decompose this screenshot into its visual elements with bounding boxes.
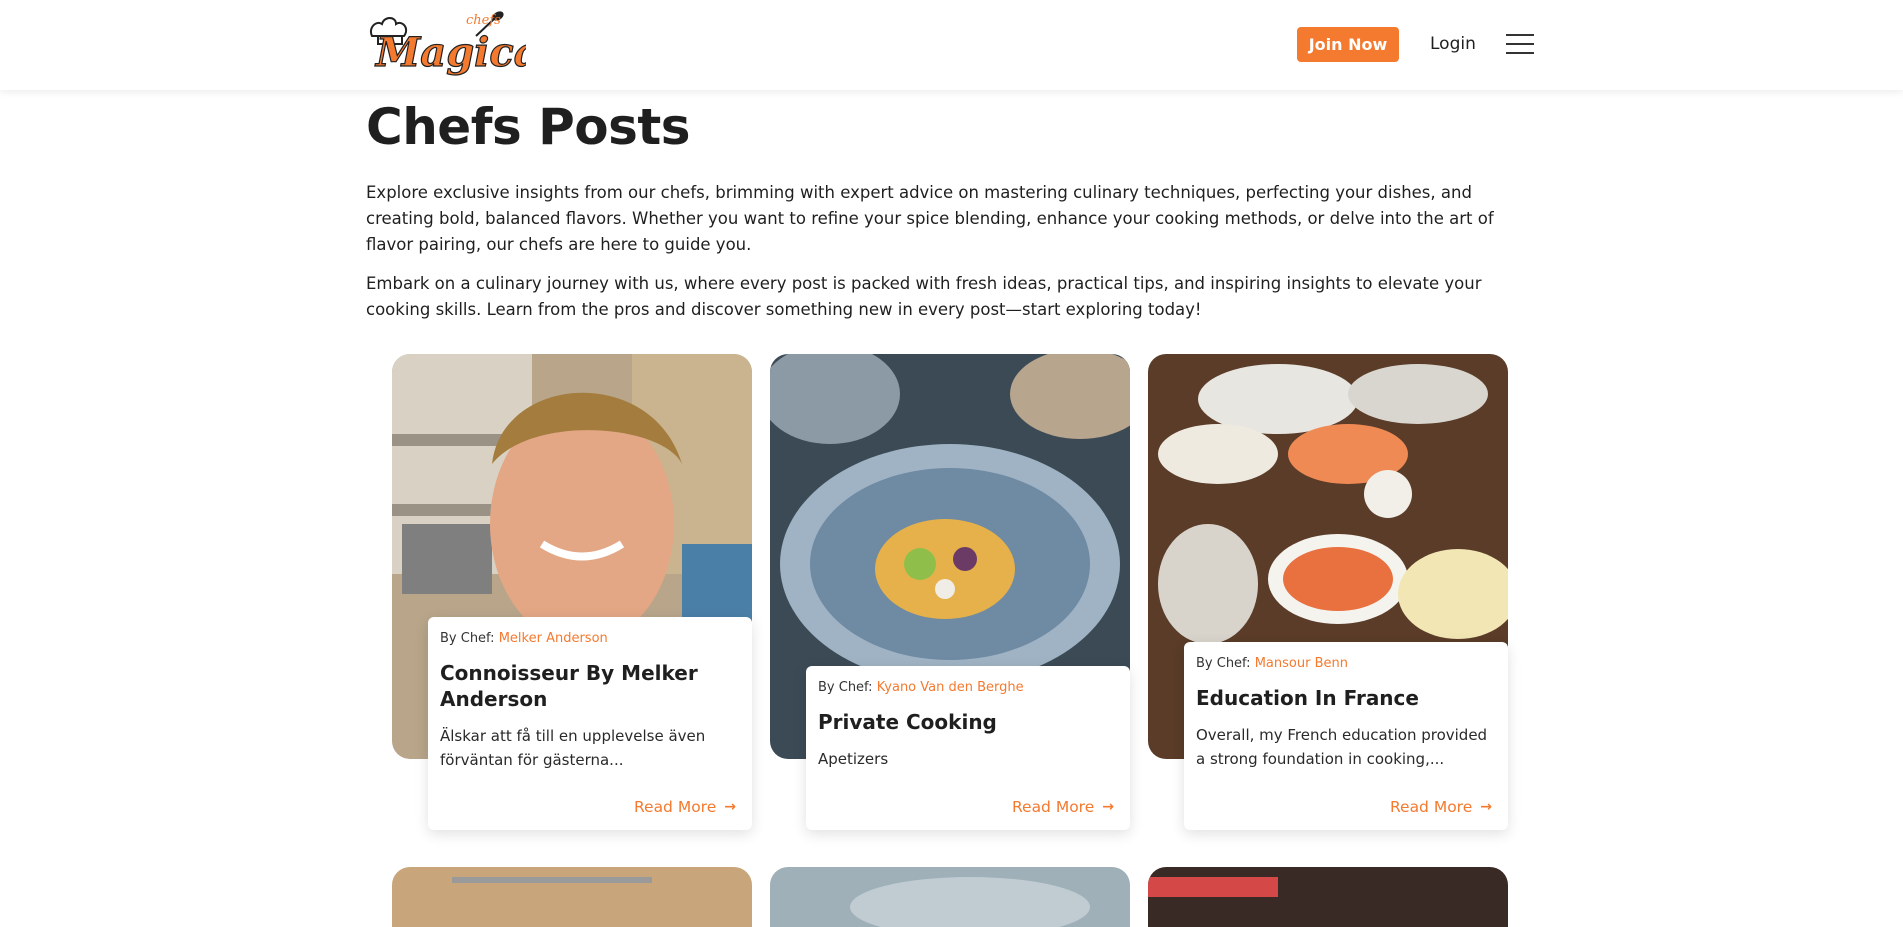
chef-name-link[interactable]: Kyano Van den Berghe (877, 680, 1024, 695)
login-link[interactable]: Login (1430, 31, 1476, 57)
post-author: By Chef: Melker Anderson (440, 631, 608, 646)
post-image-partial[interactable] (1148, 867, 1508, 927)
read-more-link[interactable]: Read More → (1390, 798, 1492, 816)
read-more-link[interactable]: Read More → (634, 798, 736, 816)
post-card-body: By Chef: Melker Anderson Connoisseur By … (428, 617, 752, 830)
post-title[interactable]: Education In France (1196, 685, 1496, 711)
hamburger-menu-icon[interactable] (1506, 30, 1534, 56)
arrow-right-icon: → (724, 799, 736, 815)
svg-text:Magical: Magical (374, 29, 526, 76)
post-card-body: By Chef: Kyano Van den Berghe Private Co… (806, 666, 1130, 830)
chef-name-link[interactable]: Melker Anderson (499, 631, 608, 646)
svg-text:chefs: chefs (466, 13, 501, 28)
post-excerpt: Älskar att få till en upplevelse även fö… (440, 727, 706, 769)
arrow-right-icon: → (1102, 799, 1114, 815)
chef-name-link[interactable]: Mansour Benn (1255, 656, 1348, 671)
arrow-right-icon: → (1480, 799, 1492, 815)
post-excerpt: Apetizers (818, 750, 889, 768)
post-image-partial[interactable] (770, 867, 1130, 927)
post-title[interactable]: Connoisseur By Melker Anderson (440, 660, 740, 712)
intro-paragraph-1: Explore exclusive insights from our chef… (366, 183, 1494, 254)
join-now-button[interactable]: Join Now (1297, 27, 1399, 62)
site-header: chefs Magical Join Now Login (0, 0, 1903, 90)
post-excerpt: Overall, my French education provided a … (1196, 726, 1488, 768)
post-author: By Chef: Mansour Benn (1196, 656, 1348, 671)
page-title: Chefs Posts (366, 98, 691, 156)
magical-chefs-logo[interactable]: chefs Magical (366, 6, 555, 86)
read-more-link[interactable]: Read More → (1012, 798, 1114, 816)
post-image-partial[interactable] (392, 867, 752, 927)
post-title[interactable]: Private Cooking (818, 709, 1118, 735)
post-author: By Chef: Kyano Van den Berghe (818, 680, 1024, 695)
intro-paragraph-2: Embark on a culinary journey with us, wh… (366, 274, 1482, 319)
post-card-body: By Chef: Mansour Benn Education In Franc… (1184, 642, 1508, 830)
